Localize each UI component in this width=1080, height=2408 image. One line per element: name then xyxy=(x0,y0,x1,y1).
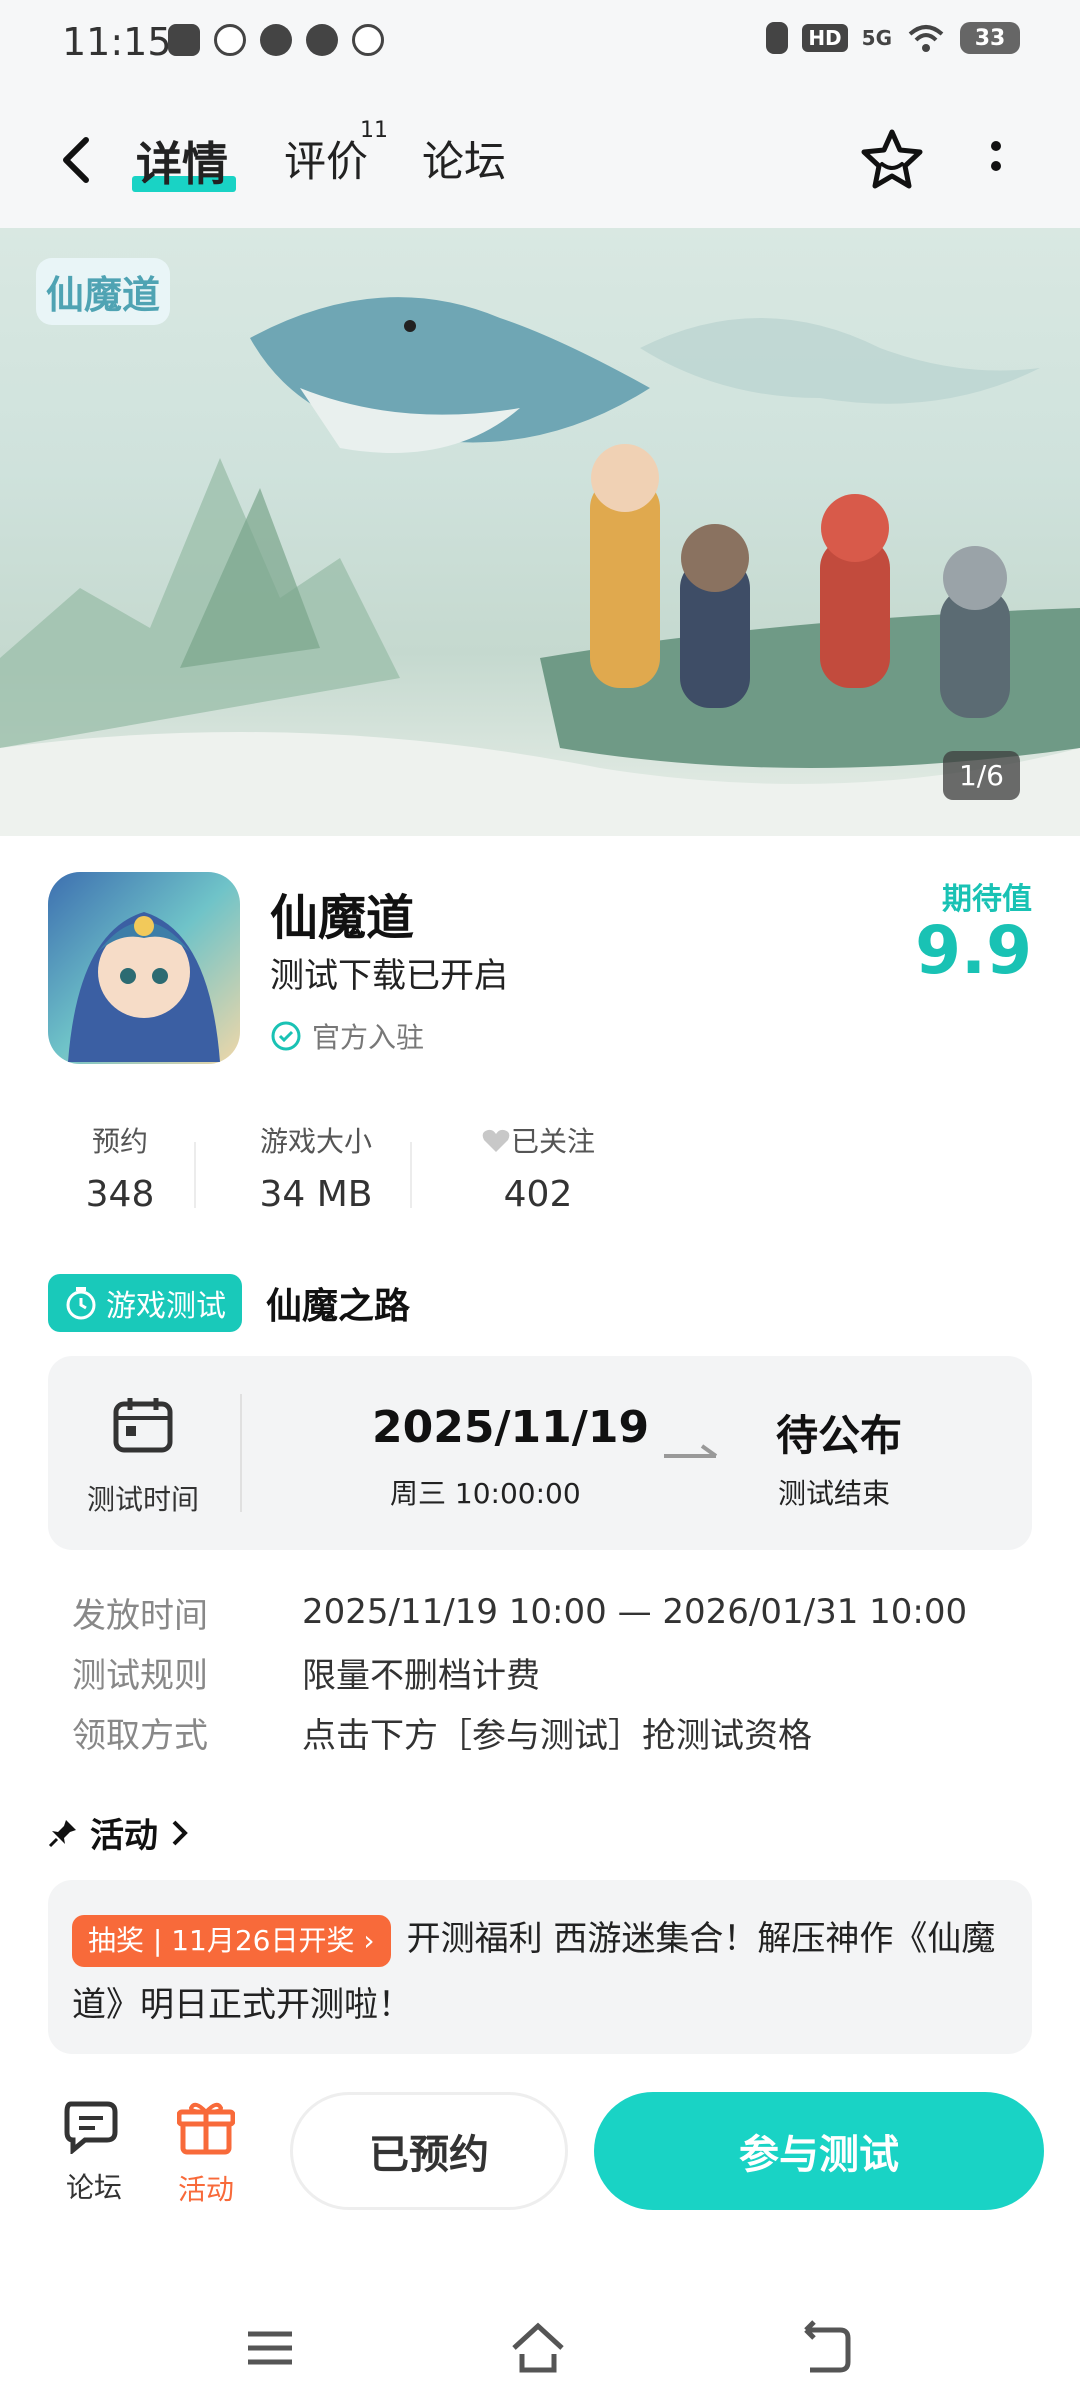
signal-icon: 5G xyxy=(861,26,892,50)
test-end-status: 待公布 xyxy=(776,1411,903,1460)
pin-icon xyxy=(48,1819,76,1847)
more-icon[interactable] xyxy=(984,136,1008,186)
review-count-badge: 11 xyxy=(360,118,388,143)
detail-label: 领取方式 xyxy=(72,1715,208,1756)
stat-divider xyxy=(194,1142,196,1208)
detail-label: 测试规则 xyxy=(72,1655,208,1696)
test-start-date: 2025/11/19 xyxy=(372,1402,650,1453)
test-clock-icon xyxy=(66,1287,96,1320)
notification-icons xyxy=(168,24,384,56)
check-circle-icon xyxy=(271,1021,301,1051)
test-start-time: 周三 10:00:00 xyxy=(390,1477,581,1510)
banner-page-counter: 1/6 xyxy=(942,751,1020,800)
official-label: 官方入驻 xyxy=(312,1021,425,1054)
battery-icon: 33 xyxy=(960,22,1020,54)
stat-value: 348 xyxy=(85,1174,155,1215)
link-icon xyxy=(306,24,338,56)
back-nav-icon[interactable] xyxy=(796,2318,856,2378)
forum-label: 论坛 xyxy=(65,2171,122,2204)
system-icons: HD 5G 33 xyxy=(766,22,1020,54)
back-icon[interactable] xyxy=(52,130,102,190)
activity-title: 活动 xyxy=(90,1816,158,1856)
chat-icon xyxy=(260,24,292,56)
activity-button[interactable]: 活动 xyxy=(156,2098,256,2208)
home-icon[interactable] xyxy=(508,2318,568,2378)
stat-value: 34 MB xyxy=(259,1174,373,1215)
tab-detail[interactable]: 详情 xyxy=(136,128,228,194)
test-time-card: 测试时间 2025/11/19 周三 10:00:00 待公布 测试结束 xyxy=(48,1356,1032,1550)
stat-label: 预约 xyxy=(91,1125,148,1158)
arrow-right-icon xyxy=(664,1444,718,1458)
menu-icon[interactable] xyxy=(240,2318,300,2378)
activity-label: 活动 xyxy=(177,2173,234,2206)
status-time: 11:15 xyxy=(62,20,172,64)
activity-section-header[interactable]: 活动 xyxy=(48,1808,190,1857)
stat-followers[interactable]: 已关注 402 xyxy=(438,1120,638,1230)
hd-icon: HD xyxy=(802,24,848,52)
detail-row: 领取方式 点击下方［参与测试］抢测试资格 xyxy=(72,1702,1032,1762)
join-test-button[interactable]: 参与测试 xyxy=(594,2092,1044,2210)
calendar-icon xyxy=(113,1398,173,1453)
forum-button[interactable]: 论坛 xyxy=(44,2098,144,2206)
detail-label: 发放时间 xyxy=(72,1595,208,1636)
activity-text: 抽奖 | 11月26日开奖 › 开测福利 西游迷集合！解压神作《仙魔道》明日正式开… xyxy=(72,1906,1008,2038)
test-badge-label: 游戏测试 xyxy=(106,1289,226,1324)
system-nav-bar xyxy=(0,2290,1080,2400)
detail-row: 测试规则 限量不删档计费 xyxy=(72,1642,1032,1702)
ifly-icon xyxy=(214,24,246,56)
expect-score: 9.9 xyxy=(915,912,1032,989)
test-details: 发放时间 2025/11/19 10:00 — 2026/01/31 10:00… xyxy=(72,1582,1032,1762)
gift-icon xyxy=(176,2102,236,2155)
reserved-button[interactable]: 已预约 xyxy=(290,2092,568,2210)
tab-review[interactable]: 评价 xyxy=(284,128,368,189)
chevron-right-icon xyxy=(172,1820,188,1845)
test-name: 仙魔之路 xyxy=(266,1286,411,1327)
bottom-action-bar: 论坛 活动 已预约 参与测试 xyxy=(0,2080,1080,2260)
favorite-star-icon[interactable] xyxy=(858,126,926,194)
vibrate-icon xyxy=(766,22,789,54)
message-icon xyxy=(168,24,200,56)
app-name: 仙魔道 xyxy=(270,890,415,946)
app-subtitle: 测试下载已开启 xyxy=(270,956,508,996)
stat-divider xyxy=(410,1142,412,1208)
test-time-label: 测试时间 xyxy=(86,1483,199,1516)
weibo-icon xyxy=(352,24,384,56)
wifi-icon xyxy=(908,25,944,52)
detail-row: 发放时间 2025/11/19 10:00 — 2026/01/31 10:00 xyxy=(72,1582,1032,1642)
game-banner[interactable]: 仙魔道 1/6 xyxy=(0,228,1080,836)
banner-logo: 仙魔道 xyxy=(36,258,171,325)
test-time-block: 测试时间 xyxy=(48,1356,238,1550)
test-end-label: 测试结束 xyxy=(778,1477,891,1510)
stat-label: 已关注 xyxy=(438,1120,638,1160)
app-info: 仙魔道 测试下载已开启 官方入驻 期待值 9.9 xyxy=(48,872,1032,1072)
stat-value: 402 xyxy=(503,1174,573,1215)
official-badge: 官方入驻 xyxy=(270,1016,424,1056)
activity-card[interactable]: 抽奖 | 11月26日开奖 › 开测福利 西游迷集合！解压神作《仙魔道》明日正式开… xyxy=(48,1880,1032,2054)
forum-icon xyxy=(64,2101,118,2156)
app-icon xyxy=(48,872,240,1064)
game-test-badge: 游戏测试 xyxy=(48,1274,242,1332)
card-divider xyxy=(240,1394,242,1512)
status-bar: 11:15 HD 5G 33 xyxy=(0,0,1080,90)
stat-label: 游戏大小 xyxy=(259,1125,372,1158)
follow-label: 已关注 xyxy=(510,1125,595,1158)
stat-reservations: 预约 348 xyxy=(48,1120,192,1230)
detail-value: 点击下方［参与测试］抢测试资格 xyxy=(302,1715,812,1756)
test-tag-row: 游戏测试 仙魔之路 xyxy=(48,1274,410,1332)
lottery-badge-label: 抽奖 | 11月26日开奖 xyxy=(88,1923,355,1957)
detail-value: 限量不删档计费 xyxy=(302,1655,540,1696)
stats-row: 预约 348 游戏大小 34 MB 已关注 402 xyxy=(48,1120,1032,1230)
lottery-badge: 抽奖 | 11月26日开奖 › xyxy=(72,1914,391,1967)
stat-game-size: 游戏大小 34 MB xyxy=(216,1120,416,1230)
heart-icon xyxy=(482,1129,510,1152)
tab-forum[interactable]: 论坛 xyxy=(422,128,506,189)
top-nav: 详情 评价 11 论坛 xyxy=(0,90,1080,228)
detail-value: 2025/11/19 10:00 — 2026/01/31 10:00 xyxy=(302,1592,968,1632)
